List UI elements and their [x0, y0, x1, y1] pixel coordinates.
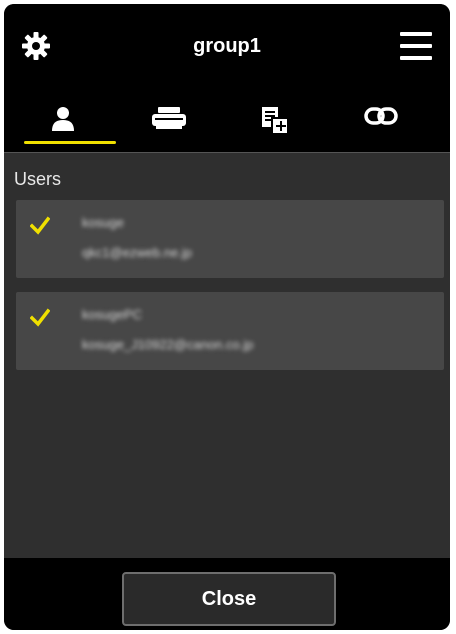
link-icon	[364, 107, 398, 125]
tab-users[interactable]	[10, 90, 116, 152]
title-bar: group1	[4, 4, 450, 90]
user-email: qkc1@ezweb.ne.jp	[82, 245, 193, 260]
user-list-item[interactable]: kosugePC kosuge_J10922@canon.co.jp	[16, 292, 444, 370]
printer-icon	[152, 107, 186, 129]
active-tab-indicator	[24, 141, 116, 144]
footer-bar: Close	[4, 558, 450, 630]
document-icon	[262, 107, 288, 134]
check-icon	[29, 308, 51, 327]
users-section-label: Users	[14, 169, 62, 189]
menu-line	[400, 44, 432, 48]
user-icon	[52, 107, 74, 131]
user-checkbox[interactable]	[29, 216, 51, 236]
tab-bar	[4, 90, 450, 153]
check-icon	[29, 216, 51, 235]
user-name: kosuge	[82, 215, 124, 230]
hamburger-menu-icon[interactable]	[400, 32, 432, 60]
menu-line	[400, 32, 432, 36]
app-screen: group1 Users kosuge qkc1@ezweb.ne.jp kos…	[4, 4, 450, 630]
user-list-item[interactable]: kosuge qkc1@ezweb.ne.jp	[16, 200, 444, 278]
page-title: group1	[193, 35, 261, 57]
tab-links[interactable]	[328, 90, 434, 152]
tab-documents[interactable]	[222, 90, 328, 152]
user-name: kosugePC	[82, 307, 142, 322]
close-button[interactable]: Close	[122, 572, 336, 626]
tab-printers[interactable]	[116, 90, 222, 152]
menu-line	[400, 56, 432, 60]
user-email: kosuge_J10922@canon.co.jp	[82, 337, 254, 352]
user-checkbox[interactable]	[29, 308, 51, 328]
